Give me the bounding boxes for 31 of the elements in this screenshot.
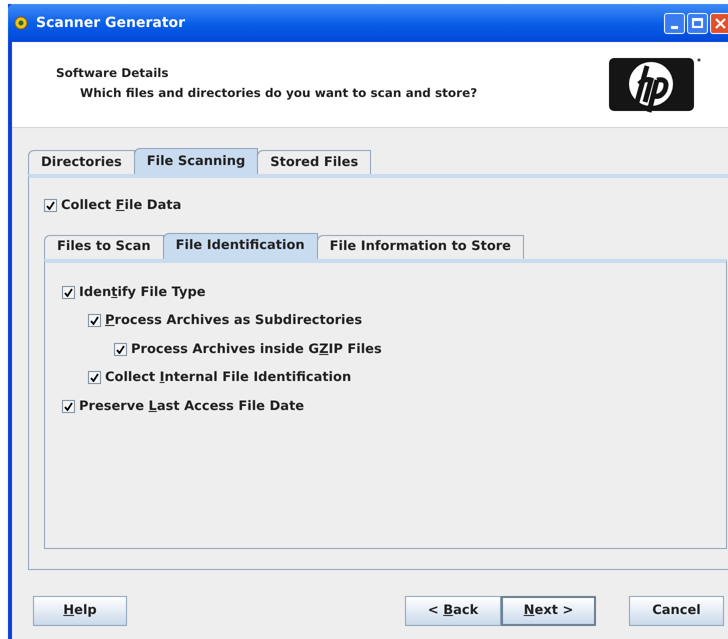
checkbox[interactable]: [44, 199, 57, 212]
tab[interactable]: File Identification: [162, 232, 318, 258]
checkbox[interactable]: [114, 342, 127, 356]
minimize-button[interactable]: [664, 12, 685, 34]
logo-icon: [607, 56, 702, 114]
window-title: Scanner Generator: [36, 14, 186, 32]
checkbox-label: Collect File Data: [61, 197, 182, 215]
tab[interactable]: File Information to Store: [316, 234, 524, 258]
dialog-button[interactable]: Next >: [501, 596, 596, 626]
gear-icon: [12, 14, 30, 32]
header-subtitle: Which files and directories do you want to scan and store?: [79, 85, 478, 102]
dialog-button[interactable]: Help: [33, 596, 127, 626]
maximize-button[interactable]: [687, 12, 708, 34]
checkbox[interactable]: [62, 286, 75, 299]
tab[interactable]: File Scanning: [134, 148, 258, 174]
checkbox[interactable]: [88, 371, 101, 384]
option-label: Preserve Last Access File Date: [79, 398, 304, 416]
option-label: Collect Internal File Identification: [105, 369, 352, 387]
close-icon: [715, 18, 726, 28]
tab[interactable]: Directories: [28, 150, 135, 174]
option-label: Process Archives inside GZIP Files: [131, 340, 382, 358]
dialog-button[interactable]: Cancel: [629, 596, 724, 626]
option-label: Identify File Type: [79, 284, 206, 302]
dialog-button[interactable]: < Back: [405, 596, 501, 626]
checkbox[interactable]: [62, 400, 75, 413]
tab[interactable]: Files to Scan: [44, 234, 164, 258]
header-title: Software Details: [56, 65, 170, 82]
close-button[interactable]: [710, 12, 728, 34]
tab[interactable]: Stored Files: [257, 150, 372, 174]
checkbox[interactable]: [88, 314, 101, 328]
option-label: Process Archives as Subdirectories: [105, 312, 362, 330]
